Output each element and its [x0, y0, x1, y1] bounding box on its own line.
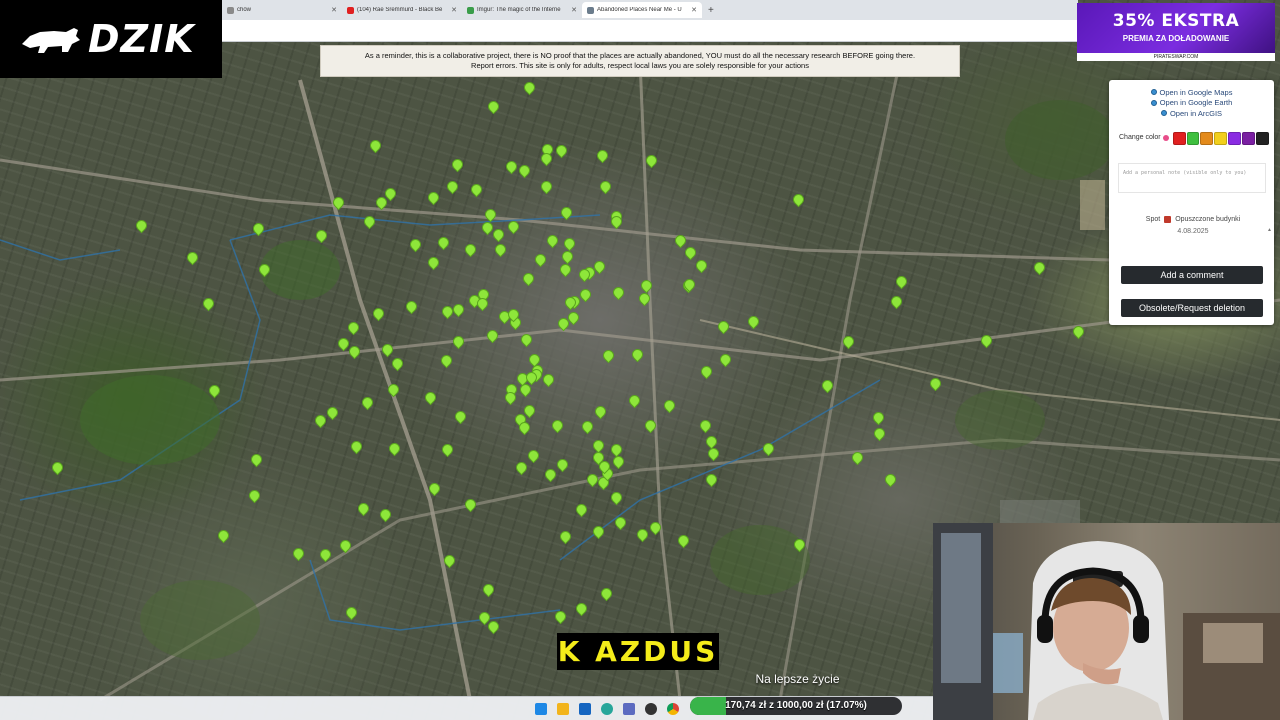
webcam-scene [933, 523, 1280, 720]
browser-toolbar [222, 20, 1078, 42]
donation-goal-bar: 170,74 zł z 1000,00 zł (17.07%) [690, 697, 902, 715]
color-swatch-violet[interactable] [1242, 131, 1256, 145]
screen: chów ✕ (104) Rae Sremmurd - Black Be ✕ I… [0, 0, 1280, 720]
spot-date: 4.08.2025 [1177, 228, 1209, 235]
spot-popup-panel: Open in Google Maps Open in Google Earth… [1109, 80, 1274, 325]
donation-text: 170,74 zł z 1000,00 zł (17.07%) [725, 700, 867, 711]
obs-icon[interactable] [645, 703, 657, 715]
change-color-row: Change color [1117, 128, 1270, 148]
stream-logo: DZIK [0, 0, 222, 78]
browser-tab[interactable]: chów ✕ [222, 2, 342, 18]
spot-prefix: Spot [1145, 215, 1161, 223]
new-tab-button[interactable]: + [702, 5, 720, 16]
tab-favicon-icon [587, 6, 594, 14]
tab-favicon-icon [227, 6, 234, 14]
spot-info: Spot Opuszczone budynki 4.08.2025 ▲ [1118, 210, 1272, 254]
change-color-label: Change color [1119, 134, 1161, 141]
logo-text: DZIK [88, 17, 195, 61]
open-google-maps-link[interactable]: Open in Google Maps [1109, 87, 1274, 98]
link-label: Open in Google Earth [1159, 98, 1233, 108]
sponsor-ad[interactable]: 35% EKSTRA PREMIA ZA DOŁADOWANIE PIRATES… [1077, 3, 1275, 61]
color-swatch-green[interactable] [1186, 131, 1200, 145]
spot-name: Opuszczone budynki [1175, 215, 1241, 223]
windows-start-icon[interactable] [535, 703, 547, 715]
open-google-earth-link[interactable]: Open in Google Earth [1109, 98, 1274, 109]
ad-subtitle: PREMIA ZA DOŁADOWANIE [1122, 34, 1230, 43]
chrome-icon[interactable] [667, 703, 679, 715]
color-swatch-pink[interactable] [1162, 135, 1169, 141]
tab-close-icon[interactable]: ✕ [451, 6, 457, 14]
globe-icon [1150, 99, 1157, 106]
globe-icon [1160, 110, 1167, 117]
color-swatch-black[interactable] [1256, 131, 1270, 145]
color-swatch-purple[interactable] [1228, 131, 1242, 145]
banner-line-2: Report errors. This site is only for adu… [471, 61, 809, 70]
tab-title: chów [237, 7, 252, 13]
globe-icon [1150, 89, 1157, 96]
boar-icon [22, 28, 80, 53]
tab-title: (104) Rae Sremmurd - Black Be [357, 7, 443, 13]
subtitle-text: K AZDUS [557, 635, 719, 668]
banner-line-1: As a reminder, this is a collaborative p… [364, 51, 916, 60]
tab-title: Abandoned Places Near Me - U [597, 7, 682, 13]
color-swatch-red[interactable] [1172, 131, 1186, 145]
add-comment-button[interactable]: Add a comment [1121, 266, 1263, 284]
webcam-feed [933, 523, 1280, 720]
tab-close-icon[interactable]: ✕ [691, 6, 697, 14]
app-icon[interactable] [623, 703, 635, 715]
external-links: Open in Google Maps Open in Google Earth… [1109, 87, 1274, 119]
file-explorer-icon[interactable] [557, 703, 569, 715]
link-label: Open in Google Maps [1159, 87, 1233, 97]
now-playing-song: Na lepsze życie [755, 672, 840, 686]
edge-icon[interactable] [601, 703, 613, 715]
tab-title: Imgur: The magic of the Interne [477, 7, 561, 13]
browser-tab-strip: chów ✕ (104) Rae Sremmurd - Black Be ✕ I… [222, 0, 1078, 20]
link-label: Open in ArcGIS [1169, 108, 1223, 118]
open-arcgis-link[interactable]: Open in ArcGIS [1109, 108, 1274, 119]
building-icon [1164, 215, 1172, 223]
spot-row: Spot Opuszczone budynki [1118, 210, 1268, 228]
subtitle-box: K AZDUS [557, 633, 719, 670]
reminder-banner: As a reminder, this is a collaborative p… [320, 45, 960, 77]
tab-close-icon[interactable]: ✕ [331, 6, 337, 14]
color-swatch-yellow[interactable] [1214, 131, 1228, 145]
ad-brand: PIRATESWAP.COM [1077, 53, 1275, 61]
tab-close-icon[interactable]: ✕ [571, 6, 577, 14]
personal-note-field[interactable]: Add a personal note (visible only to you… [1118, 163, 1266, 193]
request-deletion-button[interactable]: Obsolete/Request deletion [1121, 299, 1263, 317]
outlook-icon[interactable] [579, 703, 591, 715]
youtube-icon [347, 6, 354, 14]
browser-tab[interactable]: Imgur: The magic of the Interne ✕ [462, 2, 582, 18]
browser-tab[interactable]: (104) Rae Sremmurd - Black Be ✕ [342, 2, 462, 18]
ad-headline: 35% EKSTRA [1112, 11, 1240, 31]
imgur-icon [467, 6, 474, 14]
browser-tab-active[interactable]: Abandoned Places Near Me - U ✕ [582, 2, 702, 18]
color-swatch-orange[interactable] [1200, 131, 1214, 145]
scrollbar[interactable]: ▲ [1267, 210, 1272, 254]
